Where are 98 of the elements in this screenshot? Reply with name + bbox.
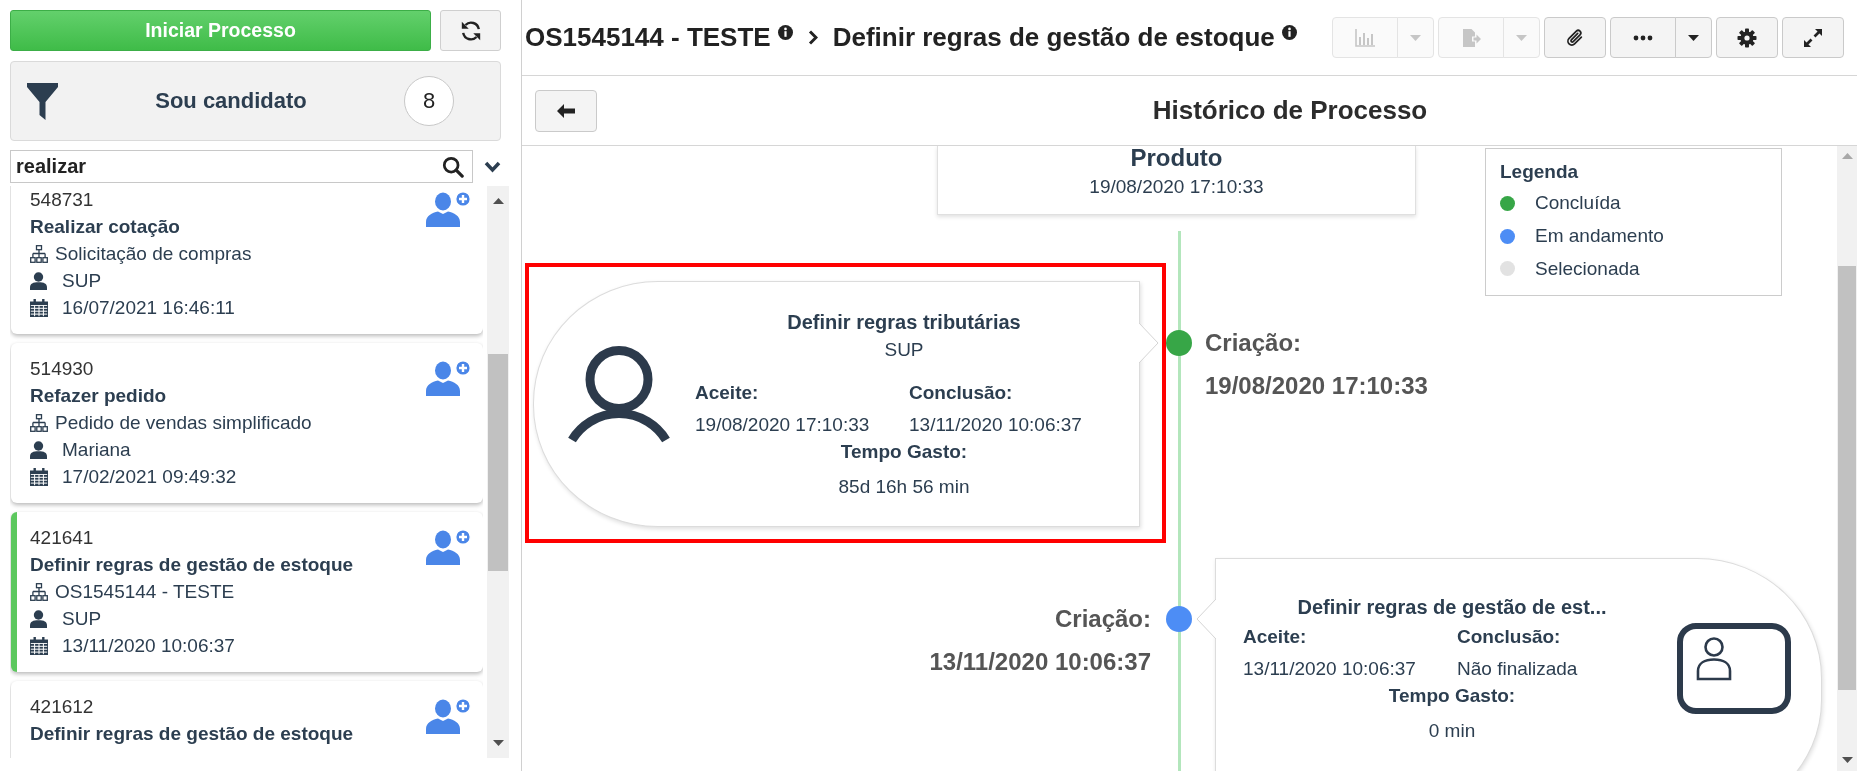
assignee-name: Mariana bbox=[62, 438, 131, 462]
settings-button[interactable] bbox=[1716, 17, 1778, 58]
assignee-name: SUP bbox=[62, 607, 102, 631]
breadcrumb-link[interactable]: OS1545144 - TESTE bbox=[525, 22, 771, 53]
process-name: Solicitação de compras bbox=[55, 242, 252, 266]
process-name: OS1545144 - TESTE bbox=[55, 580, 235, 604]
sitemap-icon bbox=[30, 582, 48, 601]
sitemap-icon bbox=[30, 244, 48, 263]
chevron-down-icon[interactable] bbox=[484, 160, 501, 173]
attach-button[interactable] bbox=[1544, 17, 1606, 58]
event-card[interactable]: Definir regras de gestão de est... Aceite: Conclusão: 13/11/2020 10:06:37 Não finalizada Tempo Gasto: 0 min bbox=[1215, 558, 1822, 771]
add-user-icon[interactable] bbox=[426, 191, 471, 227]
event-date: 19/08/2020 17:10:33 bbox=[1089, 175, 1264, 199]
back-button[interactable] bbox=[535, 89, 597, 132]
scrollbar-track[interactable] bbox=[1837, 146, 1857, 771]
legend-label: Em andamento bbox=[1535, 225, 1664, 247]
assignee-name: SUP bbox=[62, 269, 102, 293]
event-title: Produto bbox=[1130, 146, 1223, 170]
event-title: Definir regras de gestão de est... bbox=[1296, 595, 1608, 620]
calendar-icon bbox=[30, 636, 48, 655]
callout-tail-icon bbox=[1196, 599, 1216, 639]
refresh-icon[interactable] bbox=[459, 19, 482, 42]
search-icon[interactable] bbox=[442, 155, 464, 178]
filter-label: Sou candidato bbox=[154, 88, 308, 114]
breadcrumb-current: Definir regras de gestão de estoque bbox=[832, 22, 1275, 53]
caret-down-icon[interactable] bbox=[1841, 757, 1853, 763]
process-name: Pedido de vendas simplificado bbox=[55, 411, 312, 435]
event-card[interactable]: Produto 19/08/2020 17:10:33 bbox=[937, 146, 1416, 215]
page-title: Histórico de Processo bbox=[1151, 95, 1429, 126]
task-date: 17/02/2021 09:49:32 bbox=[62, 465, 237, 489]
add-user-icon[interactable] bbox=[426, 698, 471, 734]
field-value: 19/08/2020 17:10:33 bbox=[695, 413, 871, 437]
sitemap-icon bbox=[30, 413, 48, 432]
created-date: 13/11/2020 10:06:37 bbox=[928, 649, 1151, 675]
add-user-icon[interactable] bbox=[426, 360, 471, 396]
user-icon bbox=[30, 440, 47, 459]
filter-panel[interactable]: Sou candidato 8 bbox=[10, 61, 501, 141]
calendar-icon bbox=[30, 467, 48, 486]
scrollbar-thumb[interactable] bbox=[1838, 266, 1856, 690]
scrollbar-thumb[interactable] bbox=[488, 354, 508, 571]
field-label: Aceite: bbox=[1243, 625, 1308, 649]
event-user: SUP bbox=[883, 338, 925, 362]
expand-icon[interactable] bbox=[1803, 27, 1823, 48]
legend-label: Selecionada bbox=[1535, 257, 1640, 280]
event-card[interactable]: Definir regras tributárias SUP Aceite: Conclusão: 19/08/2020 17:10:33 13/11/2020 10:06:37 Tempo Gasto: 85d 16h 56 min bbox=[533, 281, 1140, 527]
created-date: 19/08/2020 17:10:33 bbox=[1205, 373, 1429, 399]
calendar-icon bbox=[30, 298, 48, 317]
user-card-icon bbox=[1677, 623, 1791, 714]
paperclip-icon[interactable] bbox=[1565, 27, 1585, 48]
task-card[interactable]: 548731 Realizar cotação Solicitação de compras SUP 16/07/2021 16:46:11 bbox=[11, 186, 483, 334]
task-card[interactable]: 514930 Refazer pedido Pedido de vendas simplificado Mariana 17/02/2021 09:49:32 bbox=[11, 343, 483, 503]
field-value: 13/11/2020 10:06:37 bbox=[1243, 657, 1417, 681]
field-label: Conclusão: bbox=[1457, 625, 1561, 649]
field-value: Não finalizada bbox=[1457, 657, 1578, 681]
settings-icon[interactable] bbox=[1737, 27, 1757, 48]
field-label: Aceite: bbox=[695, 381, 760, 405]
search-field[interactable]: realizar bbox=[10, 150, 473, 183]
task-title: Definir regras de gestão de estoque bbox=[30, 722, 355, 746]
user-icon bbox=[30, 609, 47, 628]
field-value: 13/11/2020 10:06:37 bbox=[909, 413, 1082, 437]
task-title: Realizar cotação bbox=[30, 215, 181, 239]
field-value: 85d 16h 56 min bbox=[837, 475, 971, 499]
task-id: 421612 bbox=[30, 695, 95, 719]
caret-up-icon[interactable] bbox=[492, 198, 504, 204]
task-date: 13/11/2020 10:06:37 bbox=[62, 634, 235, 658]
task-date: 16/07/2021 16:46:11 bbox=[62, 296, 235, 320]
caret-down-icon[interactable] bbox=[1688, 34, 1699, 41]
task-card[interactable]: 421641 Definir regras de gestão de estoque OS1545144 - TESTE SUP 13/11/2020 10:06:37 bbox=[11, 512, 483, 672]
count-badge: 8 bbox=[404, 76, 454, 126]
filter-icon[interactable] bbox=[27, 82, 58, 120]
task-id: 421641 bbox=[30, 526, 95, 550]
event-title: Definir regras tributárias bbox=[786, 310, 1022, 335]
task-id: 548731 bbox=[30, 188, 95, 212]
field-label: Tempo Gasto: bbox=[839, 440, 969, 464]
task-title: Definir regras de gestão de estoque bbox=[30, 553, 355, 577]
field-label: Tempo Gasto: bbox=[1387, 684, 1517, 708]
task-id: 514930 bbox=[30, 357, 95, 381]
task-title: Refazer pedido bbox=[30, 384, 168, 408]
refresh-button[interactable] bbox=[440, 10, 501, 51]
chevron-right-icon bbox=[807, 30, 818, 45]
scrollbar-track[interactable] bbox=[487, 186, 509, 758]
created-label: Criação: bbox=[1205, 330, 1303, 356]
field-value: 0 min bbox=[1427, 719, 1477, 743]
task-card[interactable]: 421612 Definir regras de gestão de estoque bbox=[11, 681, 483, 758]
callout-tail-icon bbox=[1139, 323, 1159, 363]
add-user-icon[interactable] bbox=[426, 529, 471, 565]
info-icon[interactable] bbox=[1281, 25, 1297, 40]
field-label: Conclusão: bbox=[909, 381, 1013, 405]
more-icon[interactable] bbox=[1633, 34, 1653, 41]
arrow-left-icon[interactable] bbox=[557, 103, 575, 118]
caret-down-icon[interactable] bbox=[492, 740, 504, 746]
expand-button[interactable] bbox=[1782, 17, 1844, 58]
legend-label: Concluída bbox=[1535, 192, 1621, 215]
legend-title: Legenda bbox=[1500, 160, 1580, 184]
dropdown-toggle[interactable] bbox=[1675, 17, 1712, 58]
created-label: Criação: bbox=[1053, 606, 1151, 632]
user-icon bbox=[30, 271, 47, 290]
info-icon[interactable] bbox=[777, 25, 793, 40]
